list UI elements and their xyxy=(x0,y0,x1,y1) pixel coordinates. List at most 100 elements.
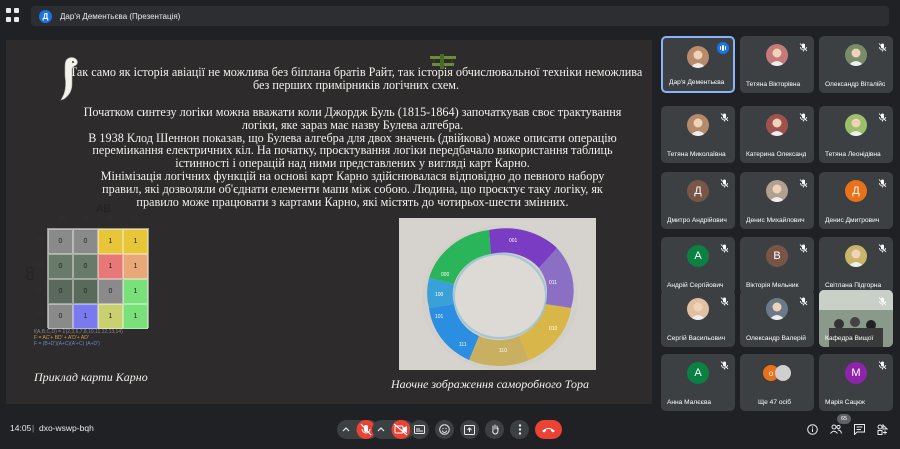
torus-photo: 000 001 011 010 110 111 101 100 xyxy=(399,218,596,370)
participant-name: Сергій Васильович xyxy=(667,335,726,342)
participant-name: Вікторія Мельник xyxy=(746,282,799,289)
karnaugh-map: AB CD 00 01 11 10 00 01 11 10 0 0 1 1 0 … xyxy=(26,203,174,353)
participant-tile[interactable]: Світлана Підгорна xyxy=(819,237,893,294)
hand-icon xyxy=(491,424,498,435)
mic-off-icon xyxy=(719,294,730,306)
kmap-cell: 0 xyxy=(73,229,98,254)
participant-name: Олександр Валерійович xyxy=(746,335,806,342)
kmap-cell: 0 xyxy=(48,304,73,329)
camera-control[interactable] xyxy=(372,420,414,439)
mic-off-icon xyxy=(877,176,888,188)
mic-off-icon xyxy=(798,110,809,122)
kmap-cell: 0 xyxy=(48,279,73,304)
mic-off-icon xyxy=(877,110,888,122)
kmap-column-headers: 00 01 11 10 xyxy=(50,216,150,222)
participant-tile[interactable]: Тетяна Миколаївна xyxy=(661,106,735,163)
kmap-row-headers: 00 01 11 10 xyxy=(36,228,46,328)
avatar-photo xyxy=(845,44,867,66)
layout-grid-icon[interactable] xyxy=(6,8,20,22)
participant-tile[interactable]: Денис Михайлович xyxy=(740,172,814,229)
participant-tile[interactable]: Д Денис Дмитрович xyxy=(819,172,893,229)
participant-tile[interactable]: В Вікторія Мельник xyxy=(740,237,814,294)
kmap-cell: 1 xyxy=(98,229,123,254)
raise-hand-button[interactable] xyxy=(485,420,504,439)
svg-text:о: о xyxy=(769,369,774,378)
caption-torus: Наочне зображення саморобного Тора xyxy=(391,377,589,391)
kmap-formulas: f(A,B,C,D) = Σ(2,3,6,7,8,10,11,12,13,14)… xyxy=(34,329,194,347)
avatar-photo xyxy=(766,298,788,320)
kmap-col-head: 01 xyxy=(82,216,90,222)
slide-paragraph-boole: Початком синтезу логіки можна вважати ко… xyxy=(83,105,622,132)
kmap-cell: 1 xyxy=(123,229,148,254)
participant-tile[interactable]: о Ще 47 осіб xyxy=(740,354,814,411)
torus-label: 111 xyxy=(459,342,467,348)
torus-label: 010 xyxy=(549,326,558,332)
present-button[interactable] xyxy=(460,420,479,439)
avatar: В xyxy=(766,245,788,267)
meeting-code[interactable]: dxo-wswp-bqh xyxy=(39,423,94,433)
emoji-button[interactable] xyxy=(435,420,454,439)
participant-tile[interactable]: А Андрій Сергійович xyxy=(661,237,735,294)
participant-tile[interactable]: Катерина Олександрівна xyxy=(740,106,814,163)
avatar: А xyxy=(687,245,709,267)
mic-off-icon xyxy=(877,358,888,370)
participant-name: Марія Сацюк xyxy=(825,399,865,406)
participant-name: Олександр Віталійович xyxy=(825,81,885,88)
presentation-banner[interactable]: Д Дар'я Дементьєва (Презентація) xyxy=(31,6,889,26)
captions-button[interactable] xyxy=(410,420,429,439)
participant-name: Кафедра Вищої xyxy=(825,335,874,342)
top-bar: Д Дар'я Дементьєва (Презентація) xyxy=(0,0,900,34)
avatar-photo xyxy=(845,245,867,267)
more-options-button[interactable] xyxy=(510,420,529,439)
chat-icon[interactable] xyxy=(854,424,865,435)
hang-up-icon xyxy=(542,428,555,433)
participant-name: Тетяна Вікторівна xyxy=(746,81,801,88)
torus-label: 001 xyxy=(509,238,518,244)
bottom-bar: 14:05 | dxo-wswp-bqh 65 xyxy=(0,410,900,449)
kmap-cell: 0 xyxy=(98,279,123,304)
torus-label: 000 xyxy=(441,272,450,278)
mic-off-icon xyxy=(798,40,809,52)
presenter-avatar: Д xyxy=(39,9,52,23)
participant-name: Дмитро Андрійович xyxy=(667,217,727,224)
kmap-row-head: 01 xyxy=(36,262,43,268)
participant-name: Тетяна Миколаївна xyxy=(667,151,726,158)
leave-call-button[interactable] xyxy=(535,420,562,439)
activities-icon[interactable] xyxy=(877,424,888,435)
participant-name: Тетяна Леонідівна xyxy=(825,151,881,158)
present-screen-icon xyxy=(464,424,475,435)
participant-tile[interactable]: Тетяна Леонідівна xyxy=(819,106,893,163)
avatar-photo xyxy=(687,298,709,320)
mic-off-icon xyxy=(877,294,888,306)
kmap-cell: 1 xyxy=(123,304,148,329)
participant-name: Світлана Підгорна xyxy=(825,282,882,289)
captions-icon xyxy=(414,425,425,434)
kmap-col-head: 10 xyxy=(130,216,138,222)
people-icon[interactable] xyxy=(830,424,842,434)
torus-label: 100 xyxy=(435,292,444,298)
participant-tile[interactable]: Олександр Валерійович xyxy=(740,290,814,347)
participant-tile[interactable]: Кафедра Вищої xyxy=(819,290,893,347)
participant-tile[interactable]: Тетяна Вікторівна xyxy=(740,36,814,93)
kmap-cell: 0 xyxy=(48,229,73,254)
mic-off-icon xyxy=(877,40,888,52)
participant-tile[interactable]: Дар'я Дементьєва xyxy=(661,36,735,93)
avatar: А xyxy=(687,362,709,384)
participant-name: Дар'я Дементьєва xyxy=(669,79,725,86)
participant-tile[interactable]: А Анна Малєєва xyxy=(661,354,735,411)
kmap-col-head: 11 xyxy=(106,216,114,222)
kmap-cell: 0 xyxy=(73,254,98,279)
participant-name: Денис Дмитрович xyxy=(825,217,880,224)
participant-tile[interactable]: М Марія Сацюк xyxy=(819,354,893,411)
kmap-row-head: 11 xyxy=(36,287,43,293)
avatar-photo xyxy=(766,114,788,136)
mic-off-icon xyxy=(798,176,809,188)
participant-tile[interactable]: Олександр Віталійович xyxy=(819,36,893,93)
participant-tile[interactable]: Сергій Васильович xyxy=(661,290,735,347)
smile-icon xyxy=(439,424,450,435)
mic-off-icon xyxy=(719,241,730,253)
slide-paragraph-intro: Так само як історія авіації не можлива б… xyxy=(69,65,643,92)
participant-tile[interactable]: Д Дмитро Андрійович xyxy=(661,172,735,229)
info-icon[interactable] xyxy=(807,424,818,435)
kmap-cell: 1 xyxy=(73,304,98,329)
